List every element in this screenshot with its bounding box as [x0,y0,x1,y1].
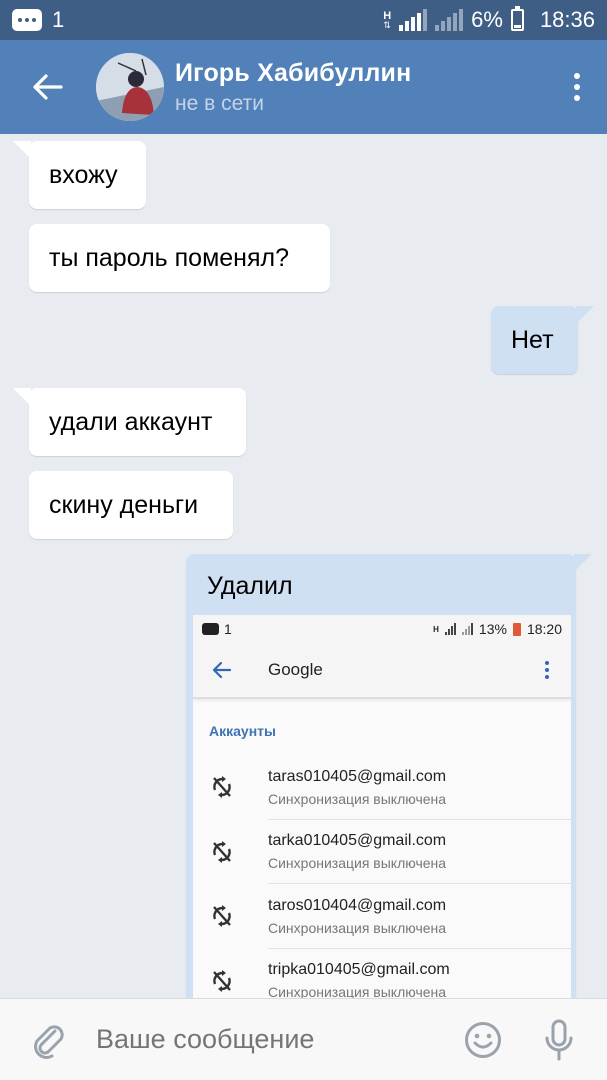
clock: 18:36 [539,7,595,32]
message-bubble-outgoing[interactable]: Нет [491,306,578,374]
smiley-icon [465,1021,501,1058]
message-bubble-incoming[interactable]: скину деньги [29,471,233,539]
message-text: ты пароль поменял? [49,243,289,272]
account-sync-status: Синхронизация выключена [268,919,447,936]
contact-name[interactable]: Игорь Хабибуллин [175,59,411,88]
contact-status: не в сети [175,91,264,115]
back-button[interactable] [0,40,96,134]
more-options-button[interactable] [547,40,607,134]
account-email: taras010405@gmail.com [268,767,447,785]
message-bubble-incoming[interactable]: ты пароль поменял? [29,224,330,292]
voice-message-button[interactable] [511,1019,607,1061]
account-item: tripka010405@gmail.com Синхронизация вык… [193,949,571,998]
message-notification-icon [202,623,219,635]
sync-off-icon [193,840,251,863]
message-bubble-incoming[interactable]: удали аккаунт [29,388,246,456]
account-sync-status: Синхронизация выключена [268,984,447,998]
status-bar: 1 H ⇅ 6% 18:36 [0,0,607,40]
account-sync-status: Синхронизация выключена [268,790,447,807]
account-item: taros010404@gmail.com Синхронизация выкл… [193,884,571,949]
arrow-left-icon [33,74,63,100]
message-bubble-outgoing-image[interactable]: Удалил 1 H 13% 18:20 Google Аккаунты tar… [186,554,576,998]
screenshot-status-bar: 1 H 13% 18:20 [193,615,571,643]
clock: 18:20 [526,621,562,637]
paperclip-icon [34,1024,64,1059]
sync-off-icon [193,776,251,799]
signal-icon [399,9,428,31]
message-notification-icon [12,9,42,31]
signal-icon [444,623,456,635]
network-type-icon: H ⇅ [383,9,392,30]
message-text: Удалил [207,572,293,600]
battery-icon [510,6,524,31]
sync-off-icon [193,905,251,928]
account-item: taras010405@gmail.com Синхронизация выкл… [193,755,571,820]
account-email: tarka010405@gmail.com [268,832,447,850]
attached-screenshot[interactable]: 1 H 13% 18:20 Google Аккаунты taras01040… [193,615,571,998]
account-email: taros010404@gmail.com [268,896,447,914]
arrow-left-icon [193,661,251,679]
message-text: Нет [511,325,554,354]
battery-percent: 6% [471,7,503,32]
attach-button[interactable] [0,1021,96,1059]
battery-icon [512,622,521,636]
message-text: вхожу [49,160,118,189]
emoji-button[interactable] [455,1021,511,1059]
screenshot-app-bar: Google [193,643,571,699]
message-list[interactable]: вхожу ты пароль поменял? Нет удали аккау… [0,134,607,998]
screenshot-title: Google [268,660,323,679]
battery-percent: 13% [478,621,507,637]
sync-off-icon [193,969,251,992]
account-sync-status: Синхронизация выключена [268,855,447,872]
message-input[interactable] [96,1009,455,1070]
accounts-section-header: Аккаунты [209,723,276,739]
message-bubble-incoming[interactable]: вхожу [29,141,146,209]
network-type-icon: H [433,624,439,634]
message-text: скину деньги [49,490,199,519]
chat-header: Игорь Хабибуллин не в сети [0,40,607,134]
message-text: удали аккаунт [49,407,213,436]
message-composer [0,998,607,1080]
account-item: tarka010405@gmail.com Синхронизация выкл… [193,820,571,884]
signal-sim2-icon [435,9,464,31]
notification-count: 1 [52,7,65,32]
signal-sim2-icon [461,623,473,635]
avatar[interactable] [96,53,164,121]
account-email: tripka010405@gmail.com [268,961,450,979]
more-options-icon [523,661,571,679]
microphone-icon [545,1019,573,1060]
